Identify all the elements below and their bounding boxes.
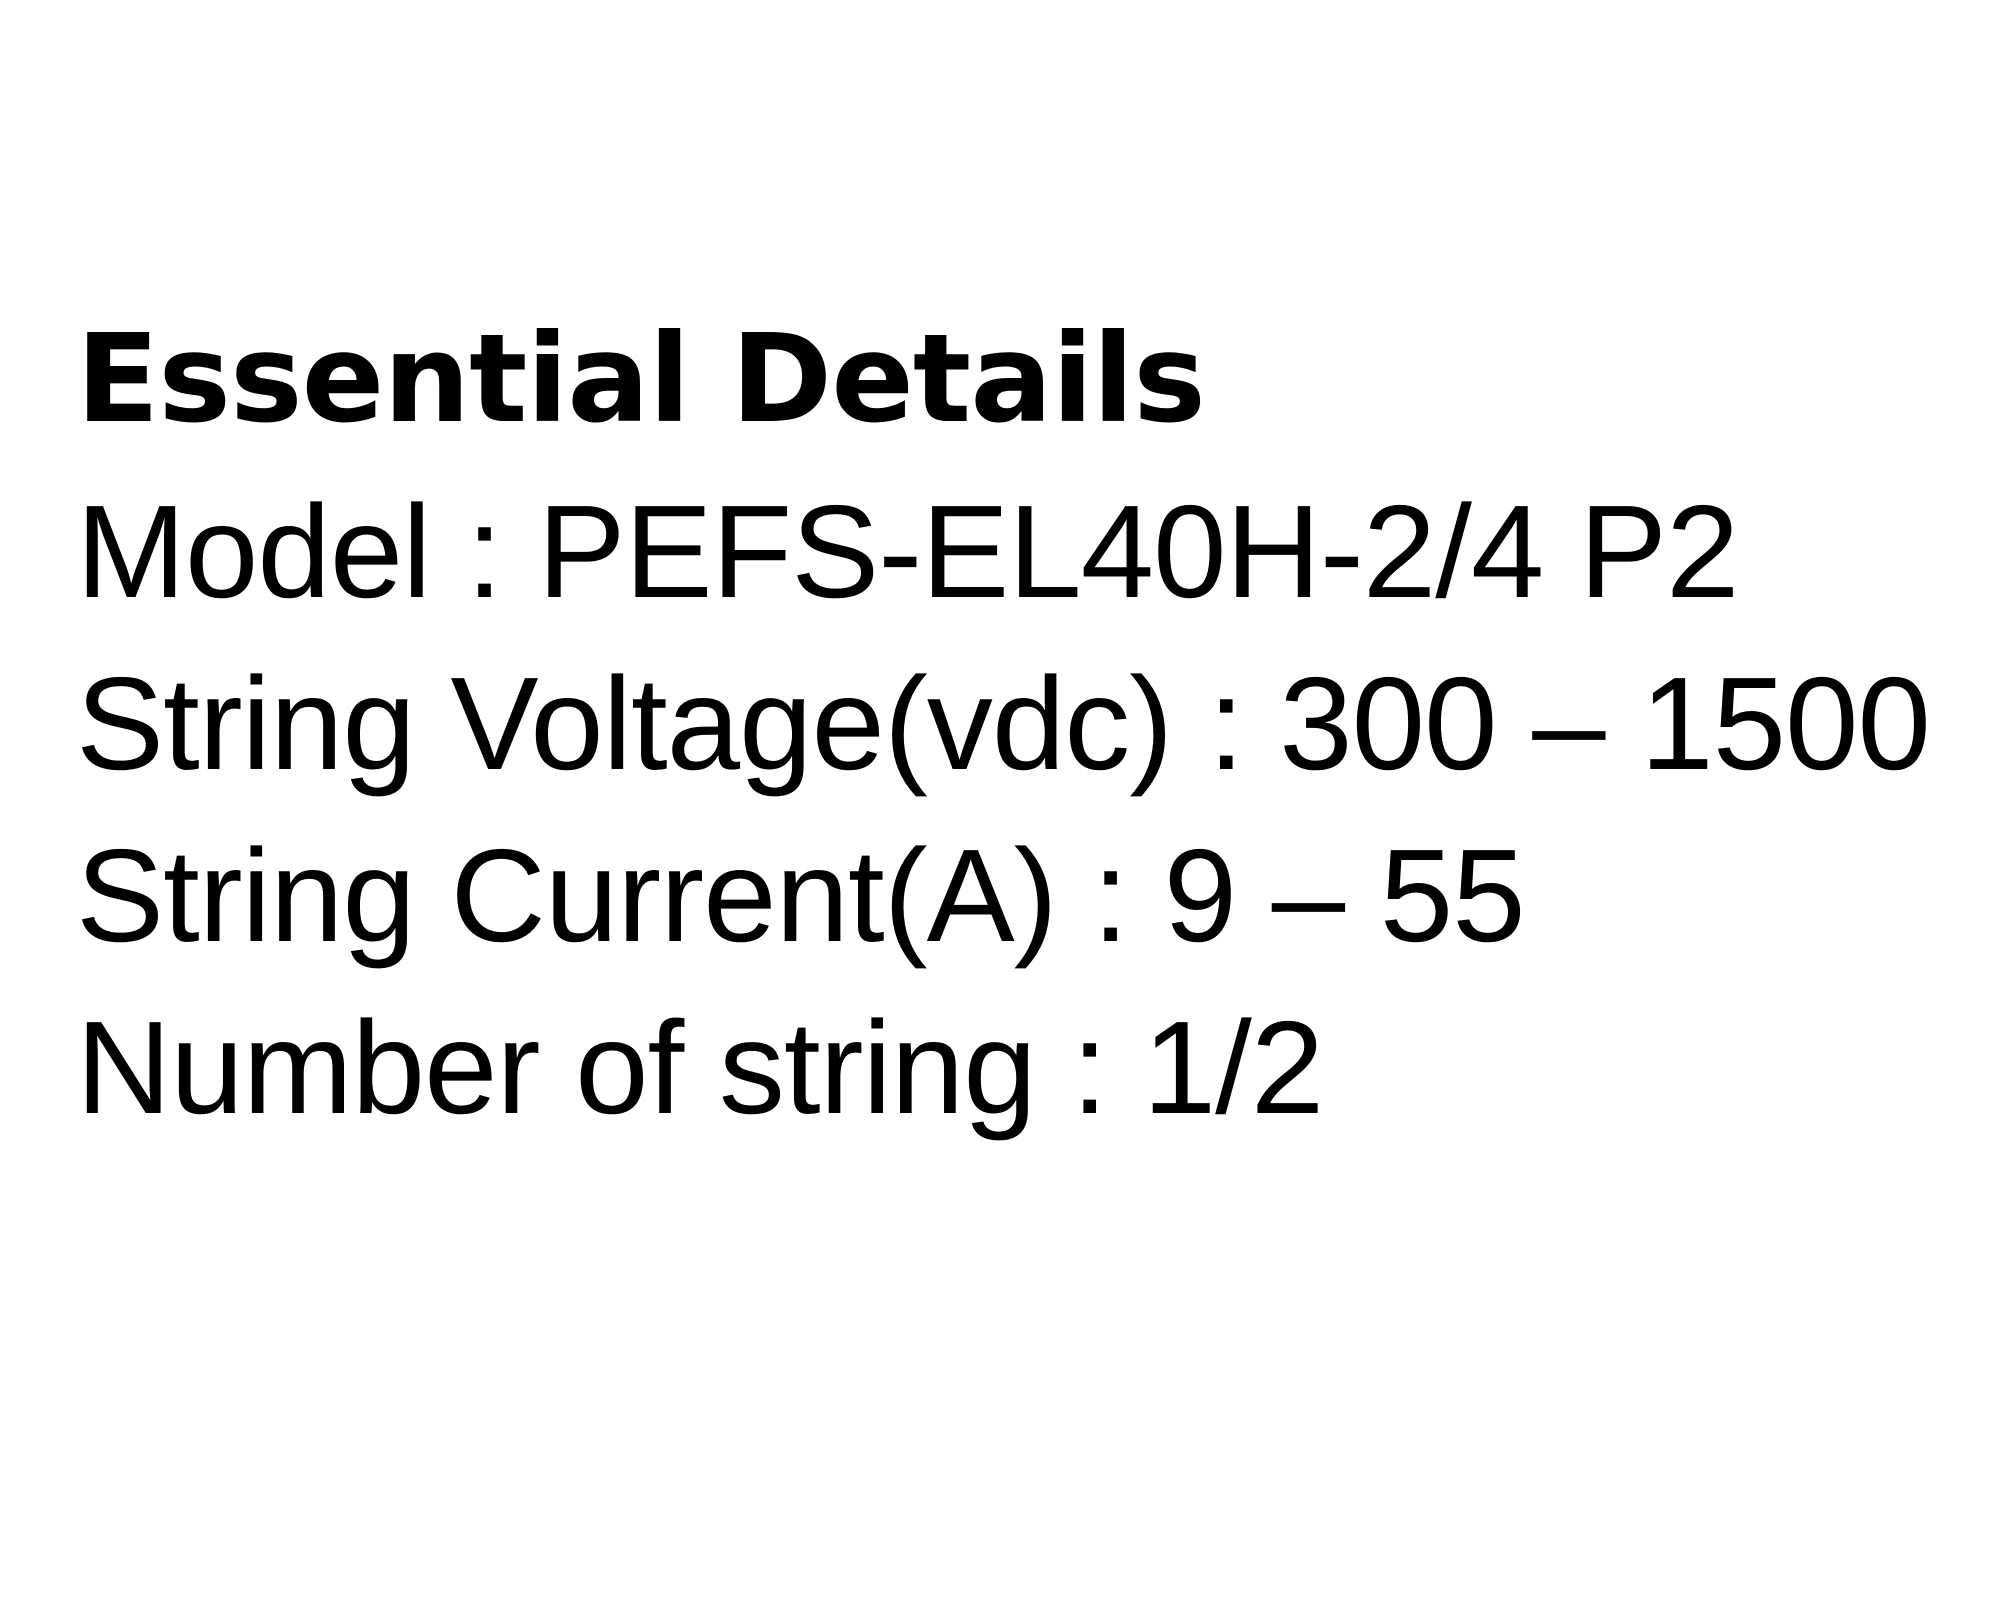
details-heading: Essential Details: [76, 308, 1206, 450]
number-of-string-line: Number of string : 1/2: [76, 994, 1324, 1141]
essential-details-block: Essential Details Model : PEFS-EL40H-2/4…: [76, 318, 1976, 1174]
string-voltage-line: String Voltage(vdc) : 300 – 1500: [76, 650, 1931, 797]
string-current-line: String Current(A) : 9 – 55: [76, 822, 1526, 969]
model-line: Model : PEFS-EL40H-2/4 P2: [76, 478, 1739, 625]
